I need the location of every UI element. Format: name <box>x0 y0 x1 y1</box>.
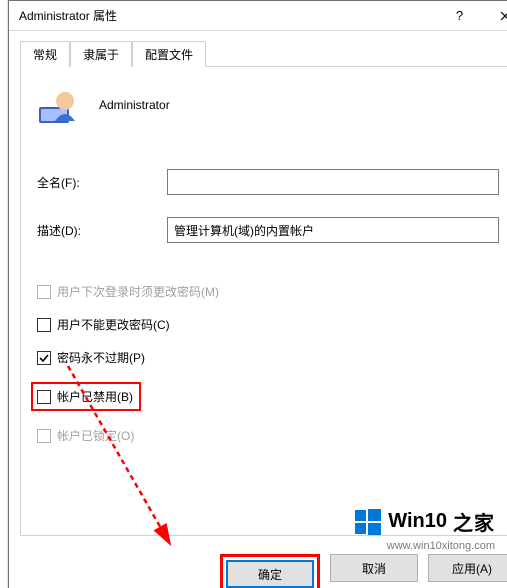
check-never-expires-label: 密码永不过期(P) <box>57 349 145 366</box>
watermark-brand-en: Win10 <box>388 510 447 533</box>
external-sidebar-sliver <box>0 0 8 588</box>
check-cannot-change-label: 用户不能更改密码(C) <box>57 316 170 333</box>
apply-button[interactable]: 应用(A) <box>428 554 507 582</box>
tab-strip: 常规 隶属于 配置文件 <box>20 40 507 66</box>
fullname-input[interactable] <box>167 169 499 195</box>
watermark-url: www.win10xitong.com <box>387 540 495 552</box>
check-locked: 帐户已锁定(O) <box>37 427 499 444</box>
checkbox-cannot-change[interactable] <box>37 318 51 332</box>
help-button[interactable]: ? <box>437 1 482 30</box>
check-must-change-label: 用户下次登录时须更改密码(M) <box>57 283 219 300</box>
close-icon <box>500 11 507 21</box>
ok-button[interactable]: 确定 <box>226 560 314 588</box>
description-row: 描述(D): <box>37 217 499 243</box>
close-button[interactable] <box>482 1 507 30</box>
username-label: Administrator <box>99 98 170 112</box>
tab-general[interactable]: 常规 <box>20 41 70 67</box>
fullname-row: 全名(F): <box>37 169 499 195</box>
cancel-button[interactable]: 取消 <box>330 554 418 582</box>
description-input[interactable] <box>167 217 499 243</box>
check-locked-label: 帐户已锁定(O) <box>57 427 134 444</box>
checkbox-account-disabled[interactable] <box>37 390 51 404</box>
tab-profile[interactable]: 配置文件 <box>132 41 206 67</box>
check-cannot-change[interactable]: 用户不能更改密码(C) <box>37 316 499 333</box>
check-account-disabled-label: 帐户已禁用(B) <box>57 388 133 405</box>
checkbox-locked <box>37 429 51 443</box>
properties-dialog: Administrator 属性 ? 常规 隶属于 配置文件 Administr… <box>8 0 507 588</box>
windows-logo-icon <box>354 508 382 536</box>
fullname-label: 全名(F): <box>37 174 167 191</box>
tab-page-general: Administrator 全名(F): 描述(D): 用户下次登录时须更改密码… <box>20 66 507 536</box>
checkbox-never-expires[interactable] <box>37 351 51 365</box>
highlight-account-disabled: 帐户已禁用(B) <box>31 382 141 411</box>
description-label: 描述(D): <box>37 222 167 239</box>
user-header: Administrator <box>37 85 499 125</box>
check-must-change: 用户下次登录时须更改密码(M) <box>37 283 499 300</box>
dialog-buttons: 确定 取消 应用(A) <box>9 548 507 588</box>
tab-memberof[interactable]: 隶属于 <box>70 41 132 67</box>
user-icon <box>37 85 77 125</box>
checkbox-must-change <box>37 285 51 299</box>
watermark-logo: Win10 之家 <box>354 507 495 536</box>
titlebar: Administrator 属性 ? <box>9 1 507 31</box>
check-never-expires[interactable]: 密码永不过期(P) <box>37 349 499 366</box>
highlight-ok-button: 确定 <box>220 554 320 588</box>
dialog-client: 常规 隶属于 配置文件 Administrator 全名(F): 描 <box>9 31 507 548</box>
watermark-brand-cn: 之家 <box>453 507 495 536</box>
window-title: Administrator 属性 <box>19 7 437 24</box>
